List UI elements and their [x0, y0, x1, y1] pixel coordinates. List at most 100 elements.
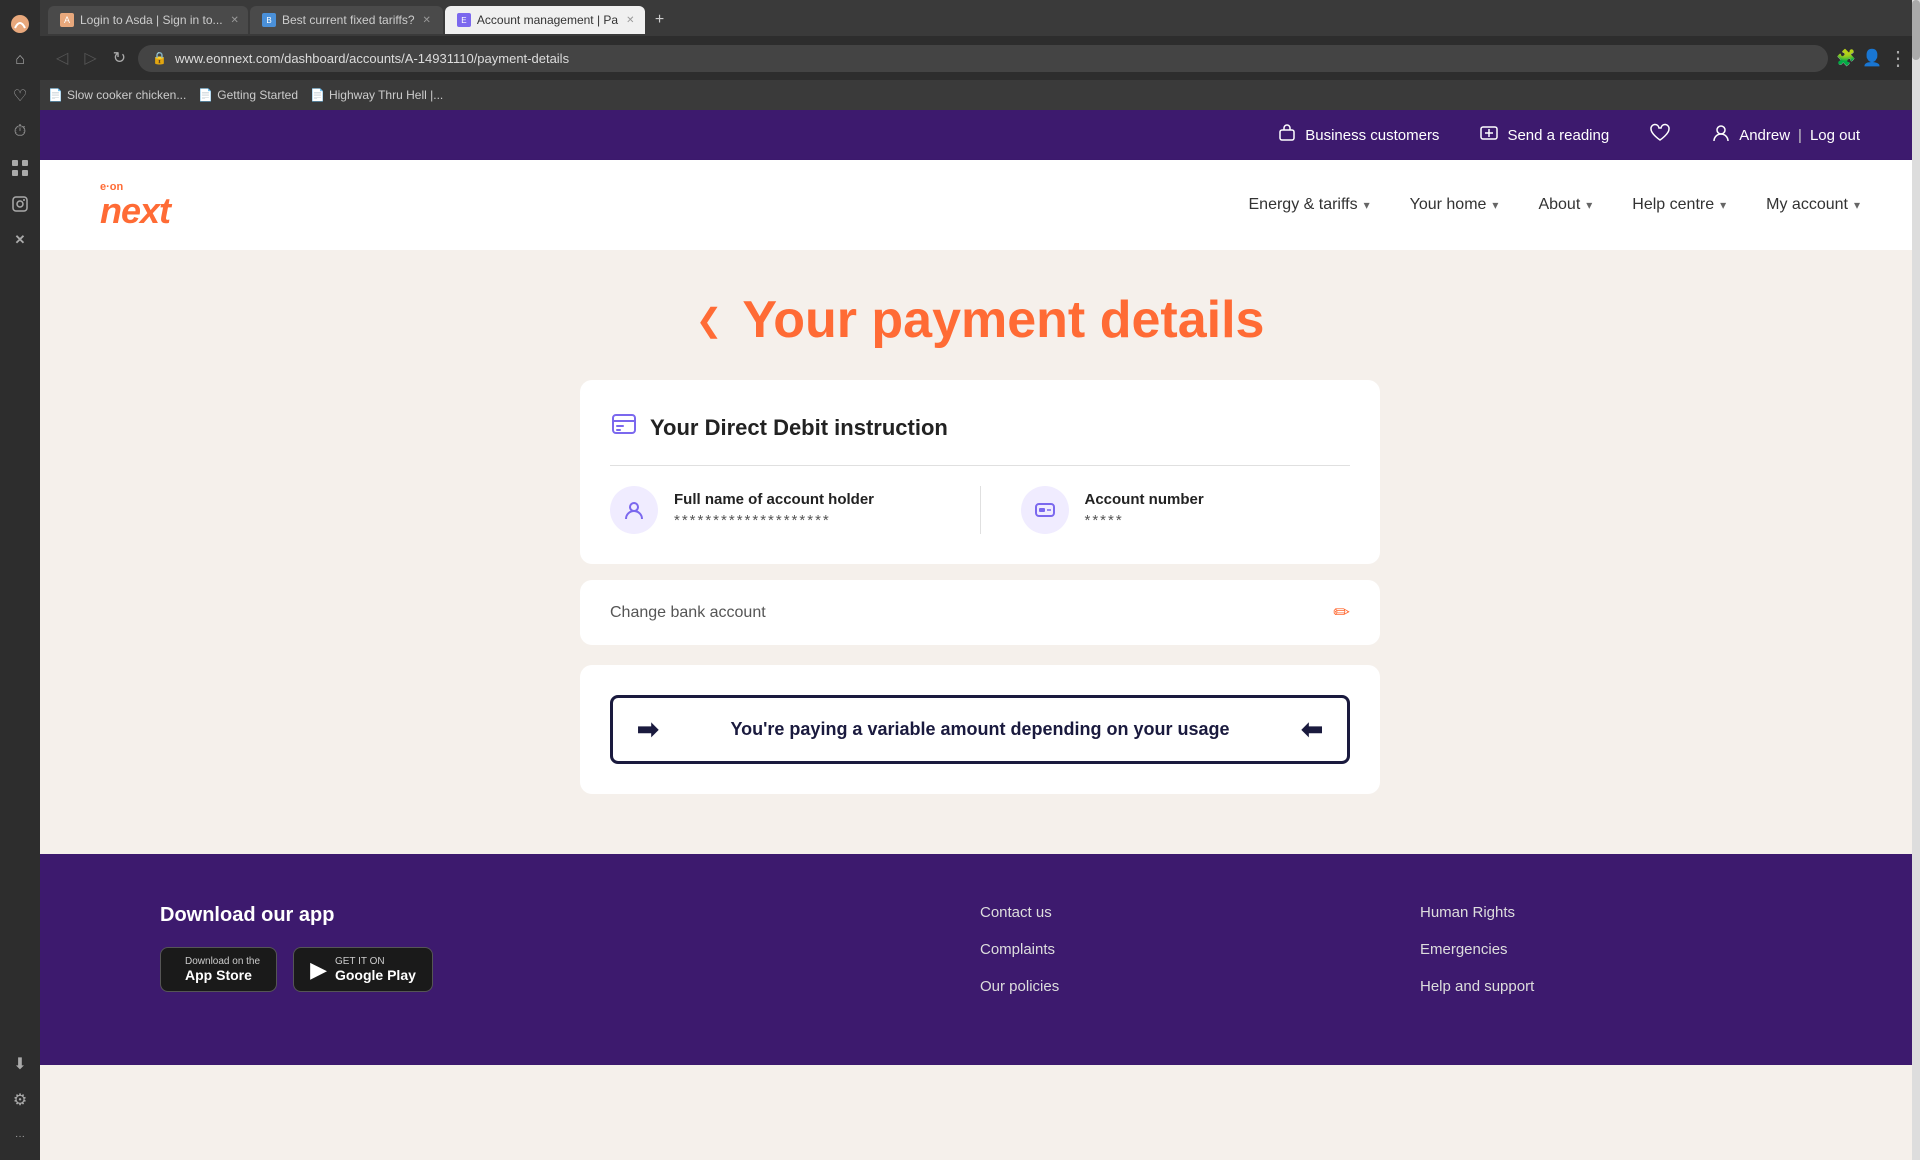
- tab-arc[interactable]: A Login to Asda | Sign in to... ✕: [48, 6, 248, 34]
- business-customers-link[interactable]: Business customers: [1277, 123, 1439, 148]
- scrollbar[interactable]: [1912, 0, 1920, 1160]
- footer-links-col2: Human Rights Emergencies Help and suppor…: [1420, 904, 1800, 1015]
- footer-emergencies-link[interactable]: Emergencies: [1420, 941, 1800, 958]
- nav-help-centre[interactable]: Help centre ▾: [1632, 196, 1726, 214]
- account-holder-field: Full name of account holder ************…: [610, 486, 940, 534]
- google-play-text: GET IT ON Google Play: [335, 956, 416, 983]
- nav-account-chevron: ▾: [1854, 198, 1860, 212]
- app-store-text: Download on the App Store: [185, 956, 260, 983]
- sidebar-more-icon[interactable]: ···: [4, 1120, 36, 1152]
- change-bank-row[interactable]: Change bank account ✏: [580, 580, 1380, 645]
- bookmark-highway[interactable]: 📄 Highway Thru Hell |...: [310, 88, 443, 102]
- sidebar-clock-icon[interactable]: ⏱: [4, 116, 36, 148]
- tab-label-best: Best current fixed tariffs?: [282, 13, 415, 27]
- bookmark-icon-slow: 📄: [48, 88, 63, 102]
- user-name-label: Andrew: [1739, 127, 1790, 144]
- meter-icon: [1479, 123, 1499, 148]
- account-number-icon: [1021, 486, 1069, 534]
- back-nav-button[interactable]: ◁: [52, 44, 72, 72]
- main-header: e·on next Energy & tariffs ▾ Your home ▾…: [40, 160, 1920, 250]
- tab-close-arc[interactable]: ✕: [231, 15, 239, 26]
- tab-best[interactable]: B Best current fixed tariffs? ✕: [250, 6, 443, 34]
- nav-energy-tariffs[interactable]: Energy & tariffs ▾: [1249, 196, 1370, 214]
- forward-nav-button[interactable]: ▷: [80, 44, 100, 72]
- sidebar-apps-icon[interactable]: [4, 152, 36, 184]
- account-holder-value: ********************: [674, 512, 874, 529]
- browser-chrome: A Login to Asda | Sign in to... ✕ B Best…: [40, 0, 1920, 110]
- account-number-field: Account number *****: [1021, 486, 1351, 534]
- google-play-small-text: GET IT ON: [335, 956, 416, 967]
- sidebar-download-icon[interactable]: ⬇: [4, 1048, 36, 1080]
- sidebar-heart-icon[interactable]: ♡: [4, 80, 36, 112]
- heart-link[interactable]: [1649, 123, 1671, 147]
- send-reading-label: Send a reading: [1507, 127, 1609, 144]
- variable-payment-text: You're paying a variable amount dependin…: [675, 719, 1285, 740]
- footer-help-support-link[interactable]: Help and support: [1420, 978, 1800, 995]
- arrow-pointing-right: ➡: [637, 714, 659, 745]
- browser-sidebar: ⌂ ♡ ⏱ ✕ ⬇ ⚙ ···: [0, 0, 40, 1160]
- footer-complaints-link[interactable]: Complaints: [980, 941, 1360, 958]
- footer-policies-link[interactable]: Our policies: [980, 978, 1360, 995]
- footer-contact-link[interactable]: Contact us: [980, 904, 1360, 921]
- sidebar-settings-icon[interactable]: ⚙: [4, 1084, 36, 1116]
- tab-favicon-acct: E: [457, 13, 471, 27]
- app-badges: Download on the App Store ▶ GET IT ON Go…: [160, 947, 920, 992]
- profile-button[interactable]: 👤: [1862, 48, 1882, 68]
- separator: |: [1798, 127, 1802, 144]
- nav-about[interactable]: About ▾: [1538, 196, 1592, 214]
- nav-energy-chevron: ▾: [1364, 198, 1370, 212]
- logo-area[interactable]: e·on next: [100, 182, 170, 229]
- tab-favicon-best: B: [262, 13, 276, 27]
- tab-label-arc: Login to Asda | Sign in to...: [80, 13, 223, 27]
- bookmark-slow-cooker[interactable]: 📄 Slow cooker chicken...: [48, 88, 186, 102]
- arrow-pointing-left: ⬅: [1301, 714, 1323, 745]
- direct-debit-title-row: Your Direct Debit instruction: [610, 410, 1350, 445]
- app-store-badge[interactable]: Download on the App Store: [160, 947, 277, 992]
- eon-logo: e·on next: [100, 182, 170, 229]
- tab-acct[interactable]: E Account management | Pa ✕: [445, 6, 645, 34]
- url-display: www.eonnext.com/dashboard/accounts/A-149…: [175, 51, 569, 66]
- address-bar-container: ◁ ▷ ↻ 🔒 www.eonnext.com/dashboard/accoun…: [40, 36, 1920, 80]
- new-tab-button[interactable]: +: [647, 7, 672, 33]
- sidebar-instagram-icon[interactable]: [4, 188, 36, 220]
- lock-icon: 🔒: [152, 51, 167, 65]
- variable-payment-card: ➡ You're paying a variable amount depend…: [580, 665, 1380, 794]
- tab-close-best[interactable]: ✕: [423, 15, 431, 26]
- sidebar-x-icon[interactable]: ✕: [4, 224, 36, 256]
- eon-next-text: next: [100, 193, 170, 229]
- user-link[interactable]: Andrew | Log out: [1711, 123, 1860, 147]
- logout-label[interactable]: Log out: [1810, 127, 1860, 144]
- address-input-box[interactable]: 🔒 www.eonnext.com/dashboard/accounts/A-1…: [138, 45, 1828, 72]
- nav-my-account[interactable]: My account ▾: [1766, 196, 1860, 214]
- briefcase-icon: [1277, 123, 1297, 148]
- back-button[interactable]: ❮: [696, 301, 723, 339]
- menu-button[interactable]: ⋮: [1888, 46, 1908, 71]
- sidebar-home-icon[interactable]: ⌂: [4, 44, 36, 76]
- tab-close-acct[interactable]: ✕: [626, 15, 634, 26]
- variable-banner: ➡ You're paying a variable amount depend…: [610, 695, 1350, 764]
- bookmark-getting-started[interactable]: 📄 Getting Started: [198, 88, 298, 102]
- nav-about-label: About: [1538, 196, 1580, 214]
- extensions-button[interactable]: 🧩: [1836, 48, 1856, 68]
- account-info-row: Full name of account holder ************…: [610, 486, 1350, 534]
- nav-account-label: My account: [1766, 196, 1848, 214]
- google-play-large-text: Google Play: [335, 967, 416, 983]
- nav-about-chevron: ▾: [1586, 198, 1592, 212]
- bookmarks-bar: 📄 Slow cooker chicken... 📄 Getting Start…: [40, 80, 1920, 110]
- footer: Download our app Download on the App Sto…: [40, 854, 1920, 1065]
- send-reading-link[interactable]: Send a reading: [1479, 123, 1609, 148]
- reload-button[interactable]: ↻: [109, 44, 130, 72]
- footer-app-title: Download our app: [160, 904, 920, 927]
- scrollbar-thumb[interactable]: [1912, 0, 1920, 60]
- account-number-value: *****: [1085, 512, 1204, 529]
- nav-home-chevron: ▾: [1492, 198, 1498, 212]
- sidebar-arc-icon[interactable]: [4, 8, 36, 40]
- edit-pencil-icon[interactable]: ✏: [1333, 600, 1350, 625]
- page-header: ❮ Your payment details: [100, 290, 1860, 350]
- google-play-icon: ▶: [310, 957, 327, 983]
- nav-your-home[interactable]: Your home ▾: [1410, 196, 1499, 214]
- direct-debit-title-text: Your Direct Debit instruction: [650, 415, 948, 441]
- google-play-badge[interactable]: ▶ GET IT ON Google Play: [293, 947, 433, 992]
- footer-human-rights-link[interactable]: Human Rights: [1420, 904, 1800, 921]
- account-number-label: Account number: [1085, 491, 1204, 508]
